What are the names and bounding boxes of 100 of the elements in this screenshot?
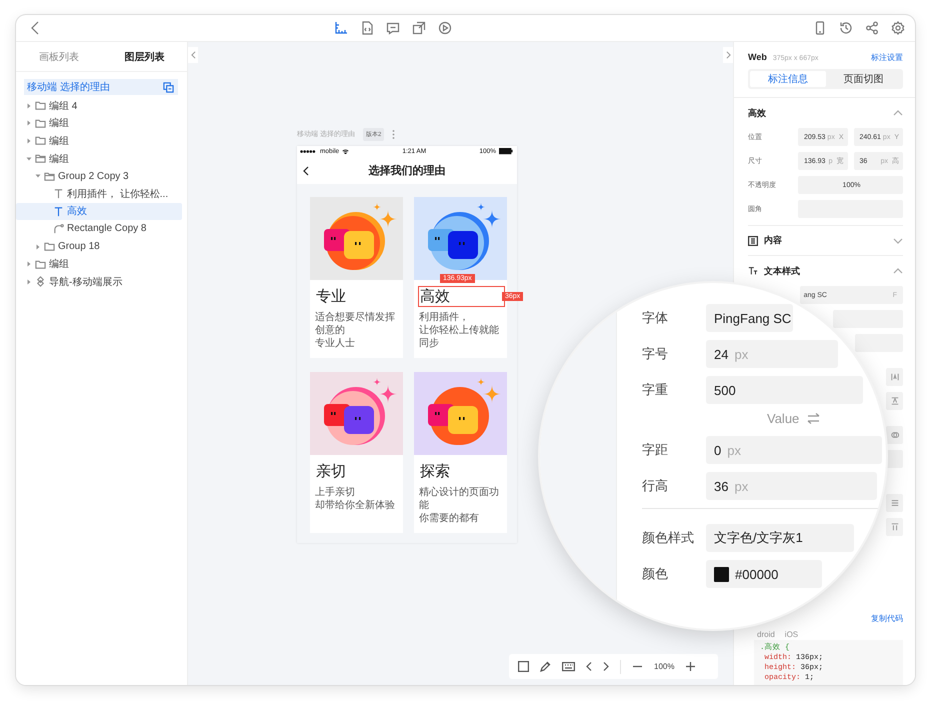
panel-tab[interactable]: 画板列表 [16,42,102,71]
folder-icon [35,118,46,129]
text-option-button[interactable] [886,368,903,386]
collapse-icon[interactable] [893,268,903,274]
open-folder-icon [44,170,55,182]
text-option-icon [890,523,898,531]
copy-code-link[interactable]: 复制代码 [871,613,903,624]
layer-item[interactable]: 编组 [16,114,182,132]
expand-button[interactable] [723,47,733,63]
layer-name: 高效 [748,106,767,120]
text-option-icon [890,499,898,507]
text-option-button[interactable] [886,494,903,512]
artboard-name: 移动端 选择的理由 [27,80,110,94]
caret-icon[interactable] [26,156,32,162]
layer-item[interactable]: 导航-移动端展示 [16,272,182,291]
play-icon[interactable] [438,21,452,35]
folder-icon [44,241,55,252]
property-field[interactable]: 0 px [706,436,882,464]
property-field[interactable]: 24 px [706,340,838,368]
text-style-field[interactable] [855,334,903,352]
more-icon[interactable] [392,130,396,138]
square-icon[interactable] [518,661,529,672]
platform-label: Web [748,52,767,62]
caret-icon[interactable] [35,244,41,250]
folder-icon [35,135,46,146]
swap-icon [807,412,820,424]
chevron-right-icon [726,51,730,59]
keyboard-icon[interactable] [562,661,575,672]
caret-icon[interactable] [26,120,32,126]
zoom-level: 100% [654,662,674,671]
text-style-icon [748,266,758,276]
card-title: 专业 [315,287,347,306]
zoom-in-icon[interactable] [685,661,696,672]
caret-icon[interactable] [26,102,32,109]
share-icon[interactable] [865,21,879,35]
history-icon[interactable] [839,21,853,35]
layer-item[interactable]: Group 2 Copy 3 [16,167,182,185]
text-option-icon [890,431,898,439]
property-label: 颜色 [642,565,669,583]
text-option-icon [890,397,898,405]
property-field[interactable]: 500 [706,376,864,404]
text-icon [53,206,64,217]
card-description: 利用插件， 让你轻松上传就能同步 [419,311,500,350]
next-icon[interactable] [603,661,609,672]
eyedropper-icon[interactable] [540,661,551,672]
caret-icon[interactable] [26,138,32,144]
property-label: 颜色样式 [642,529,695,547]
property-label: 行高 [642,477,669,495]
export-icon[interactable] [412,21,426,35]
text-icon [53,188,64,200]
layer-item[interactable]: 高效 [16,202,182,220]
code-file-icon[interactable] [360,21,374,35]
text-option-button[interactable] [886,426,903,444]
layer-item[interactable]: 编组 [16,255,182,273]
settings-icon[interactable] [891,21,905,35]
previous-icon[interactable] [586,661,592,672]
card-title: 亲切 [315,462,347,481]
property-label: 字体 [642,309,669,327]
page-title: 选择我们的理由 [368,164,446,178]
phone-icon[interactable] [813,21,827,35]
panel-tab[interactable]: 图层列表 [102,42,187,71]
comment-icon[interactable] [386,21,400,35]
folder-icon [35,100,46,112]
folder-icon [35,258,46,270]
ruler-icon[interactable] [334,21,348,35]
layers-icon[interactable] [163,82,174,92]
component-icon [35,276,46,288]
collapse-button[interactable] [188,47,198,63]
layer-item[interactable]: 利用插件， 让你轻松... [16,184,182,203]
card-title: 高效 [419,287,451,306]
layer-item[interactable]: 编组 [16,150,182,168]
property-label: 字重 [642,381,669,399]
section-title: 内容 [764,234,783,247]
caret-icon[interactable] [26,278,32,285]
inspector-tab[interactable]: 标注信息 [750,71,826,87]
property-field[interactable]: #00000 [706,560,822,588]
settings-link[interactable]: 标注设置 [871,52,903,63]
wifi-icon [342,148,350,154]
text-option-button[interactable] [886,392,903,410]
card-description: 适合想要尽情发挥创意的 专业人士 [315,311,396,350]
signal-icon [300,150,317,154]
expand-icon[interactable] [893,238,903,244]
property-field[interactable]: 文字色/文字灰1 [706,524,854,552]
path-icon [53,223,64,234]
card-description: 上手亲切 却带给你全新体验 [315,486,396,512]
artboard-row[interactable]: 移动端 选择的理由 [24,79,178,95]
layer-item[interactable]: 编组 4 [16,97,182,115]
layer-item[interactable]: Rectangle Copy 8 [16,220,182,238]
property-field[interactable]: 36 px [706,472,878,500]
layer-item[interactable]: Group 18 [16,238,182,256]
inspector-tab[interactable]: 页面切图 [826,71,901,87]
property-label: 字距 [642,441,669,459]
collapse-icon[interactable] [893,110,903,116]
section-title: 文本样式 [764,264,801,278]
text-option-button[interactable] [886,518,903,536]
property-field[interactable]: PingFang SC [706,304,793,332]
layer-item[interactable]: 编组 [16,132,182,150]
caret-icon[interactable] [26,261,32,268]
caret-icon[interactable] [35,173,41,180]
back-icon[interactable] [303,166,309,176]
